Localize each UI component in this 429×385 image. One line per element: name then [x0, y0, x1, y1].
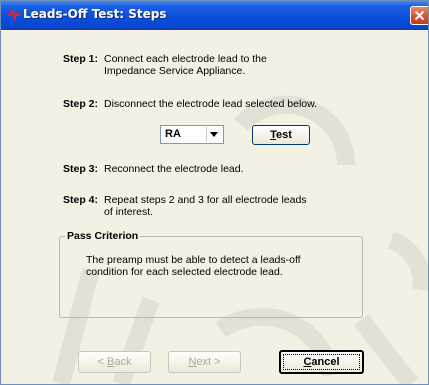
electrode-lead-select[interactable]: RA	[160, 125, 224, 144]
step-3-label: Step 3:	[63, 163, 99, 175]
electrode-lead-value: RA	[165, 128, 181, 140]
test-button[interactable]: Test	[252, 125, 310, 145]
pass-criterion-line-1: The preamp must be able to detect a lead…	[86, 254, 301, 266]
leads-off-test-dialog: Leads-Off Test: Steps Step 1: Connect ea…	[0, 0, 429, 385]
next-button-label: ext >	[196, 356, 221, 368]
test-button-label: est	[276, 129, 292, 141]
pass-criterion-title: Pass Criterion	[65, 230, 141, 242]
title-bar[interactable]: Leads-Off Test: Steps	[1, 1, 428, 30]
focus-rectangle	[283, 354, 360, 370]
step-1-text-line-2: Impedance Service Appliance.	[104, 65, 246, 77]
step-2-label: Step 2:	[63, 98, 99, 110]
step-4-label: Step 4:	[63, 194, 99, 206]
back-button-prefix: <	[97, 356, 107, 368]
back-button[interactable]: < Back	[78, 351, 151, 373]
pass-criterion-text: The preamp must be able to detect a lead…	[86, 254, 346, 278]
step-4-text-line-1: Repeat steps 2 and 3 for all electrode l…	[104, 194, 307, 206]
chevron-down-icon	[210, 132, 218, 137]
cancel-button[interactable]: Cancel	[279, 350, 364, 374]
step-1-label: Step 1:	[63, 53, 99, 65]
back-button-label: ack	[114, 356, 132, 368]
close-icon	[414, 10, 425, 21]
step-4-text-line-2: of interest.	[104, 206, 154, 218]
app-icon	[8, 9, 20, 21]
dropdown-arrow-button[interactable]	[206, 127, 222, 142]
window-title: Leads-Off Test: Steps	[23, 7, 167, 21]
step-1-text-line-1: Connect each electrode lead to the	[104, 53, 267, 65]
next-button[interactable]: Next >	[168, 351, 241, 373]
close-button[interactable]	[410, 6, 428, 25]
step-2-text: Disconnect the electrode lead selected b…	[104, 98, 318, 110]
step-3-text: Reconnect the electrode lead.	[104, 163, 244, 175]
watermark-graphic	[52, 95, 428, 384]
pass-criterion-line-2: condition for each selected electrode le…	[86, 266, 283, 278]
